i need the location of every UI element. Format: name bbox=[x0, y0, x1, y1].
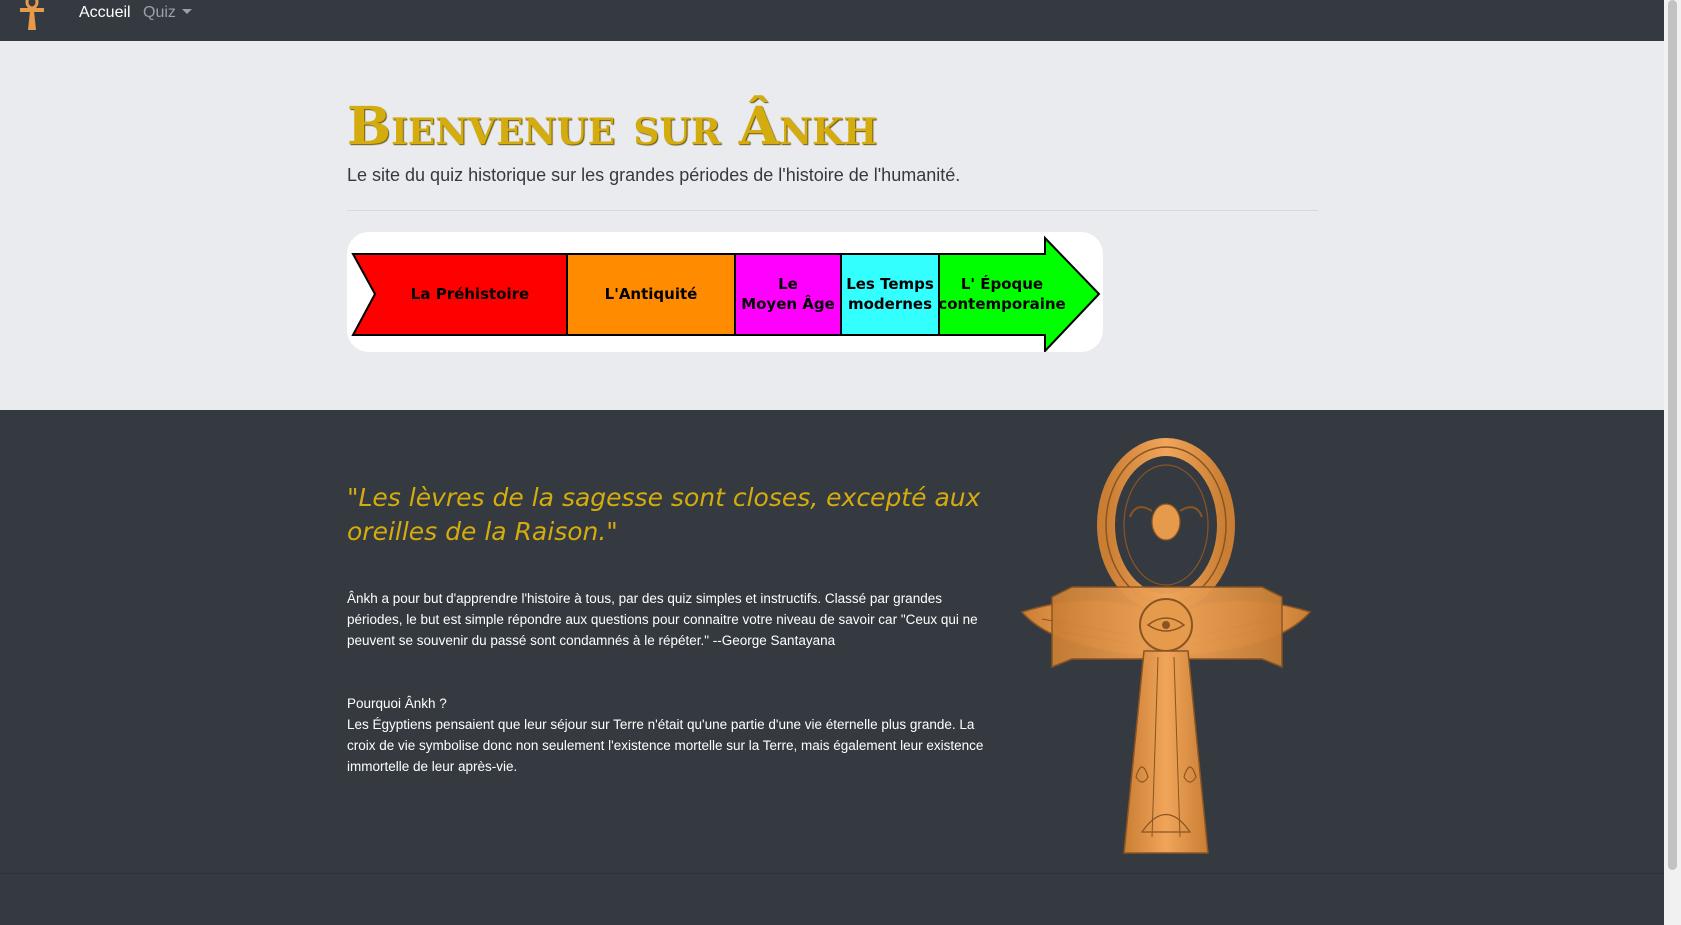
section-divider bbox=[0, 873, 1664, 874]
caret-down-icon bbox=[181, 9, 192, 14]
winged-ankh-icon bbox=[1020, 438, 1312, 854]
nav-quiz-label: Quiz bbox=[143, 4, 176, 21]
timeline-label-2: L'Antiquité bbox=[605, 285, 698, 303]
timeline-label-4: modernes bbox=[848, 295, 932, 313]
about-paragraph: Ânkh a pour but d'apprendre l'histoire à… bbox=[347, 591, 978, 648]
hero-divider bbox=[347, 210, 1318, 211]
timeline-label-3: Moyen Âge bbox=[741, 294, 835, 313]
page-subtitle: Le site du quiz historique sur les grand… bbox=[347, 165, 961, 185]
nav-quiz-dropdown[interactable]: Quiz bbox=[143, 4, 192, 22]
page-scrollbar[interactable] bbox=[1664, 0, 1681, 925]
period-timeline: La Préhistoire L'Antiquité Le Moyen Âge Les … bbox=[347, 232, 1103, 352]
nav-home-link[interactable]: Accueil bbox=[79, 4, 131, 22]
timeline-label-4: Les Temps bbox=[846, 275, 934, 293]
why-text: Les Égyptiens pensaient que leur séjour … bbox=[347, 717, 984, 774]
scrollbar-thumb[interactable] bbox=[1668, 0, 1677, 870]
why-title: Pourquoi Ânkh ? bbox=[347, 696, 447, 711]
top-navbar: Accueil Quiz bbox=[0, 0, 1664, 41]
period-timeline-graphic: La Préhistoire L'Antiquité LeMoyen Âge Les … bbox=[351, 235, 1101, 352]
timeline-label-3: Le bbox=[778, 275, 798, 293]
about-section: "Les lèvres de la sagesse sont closes, e… bbox=[0, 410, 1664, 925]
ankh-icon[interactable] bbox=[14, 0, 50, 32]
page-title: Bienvenue sur Ânkh bbox=[347, 96, 878, 157]
quote-text: "Les lèvres de la sagesse sont closes, e… bbox=[347, 483, 981, 546]
why-block: Pourquoi Ânkh ? Les Égyptiens pensaient … bbox=[347, 693, 987, 777]
timeline-label-1: La Préhistoire bbox=[411, 285, 529, 303]
hero-section: Bienvenue sur Ânkh Le site du quiz histo… bbox=[0, 41, 1664, 410]
timeline-label-5: L' Époque bbox=[961, 274, 1043, 293]
timeline-label-5: contemporaine bbox=[938, 295, 1065, 313]
